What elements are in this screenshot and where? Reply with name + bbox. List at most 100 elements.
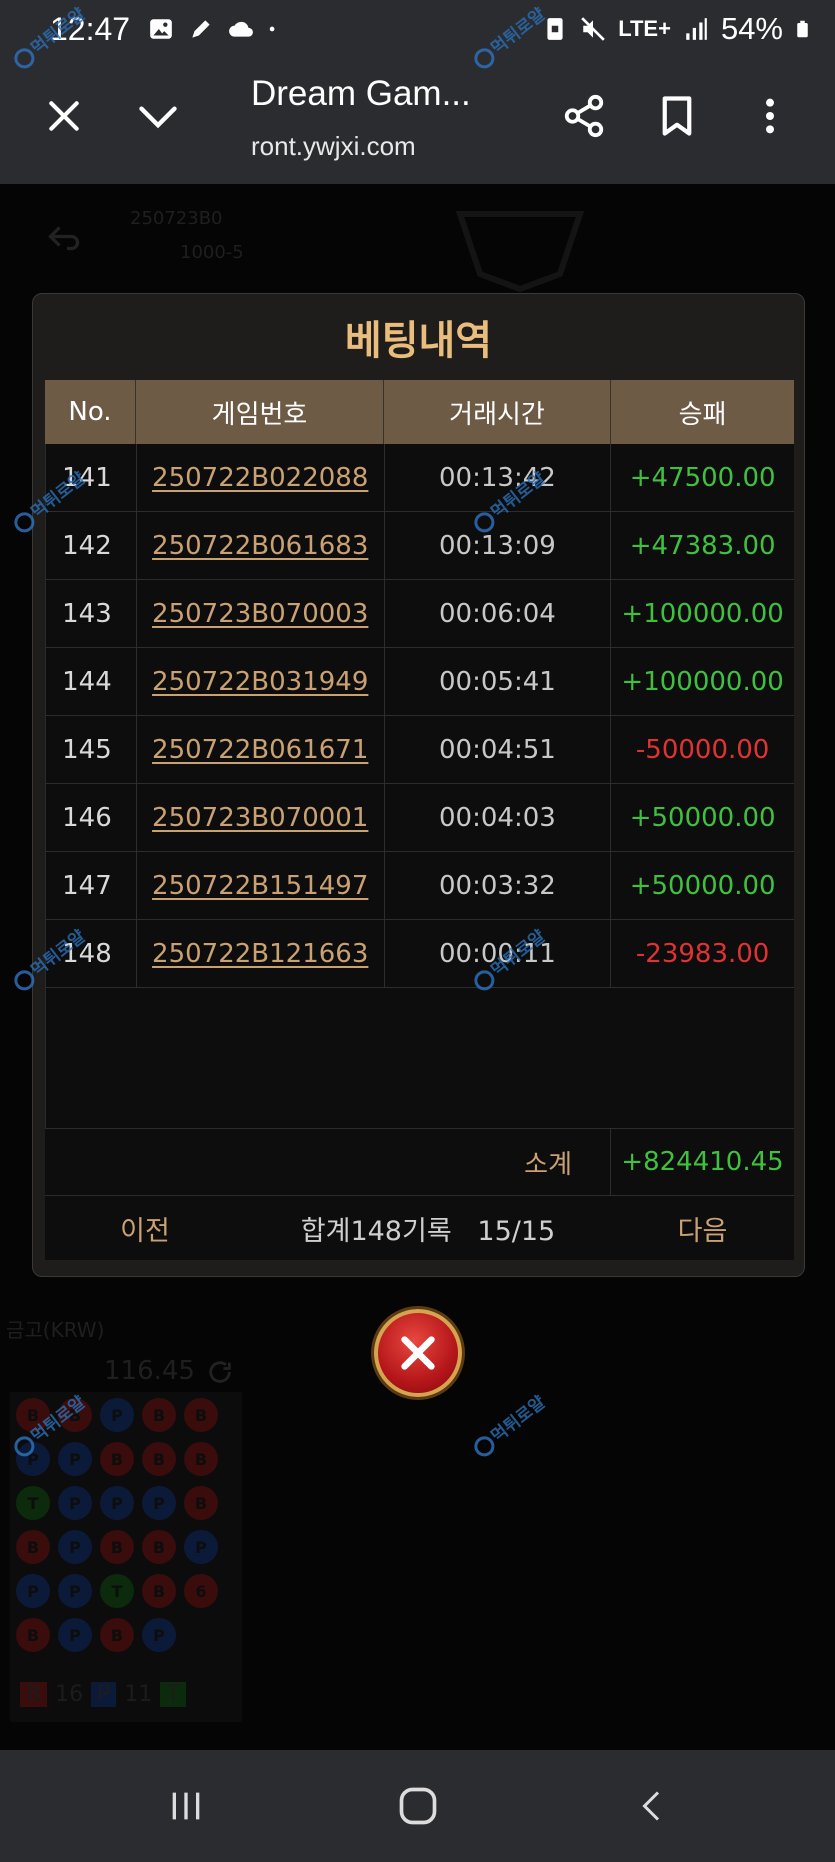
row-game-number-cell: 250722B061671 xyxy=(137,716,385,783)
row-time: 00:06:04 xyxy=(385,580,612,647)
status-bar: 12:47 LTE+ 54% xyxy=(0,0,835,58)
table-row: 146 250723B070001 00:04:03 +50000.00 xyxy=(46,784,794,852)
banker-count: 16 xyxy=(55,1682,84,1707)
modal-title: 베팅내역 xyxy=(344,318,493,364)
next-page-button[interactable]: 다음 xyxy=(611,1209,794,1248)
table-row: 148 250722B121663 00:00:11 -23983.00 xyxy=(46,920,794,988)
col-time: 거래시간 xyxy=(384,380,611,444)
col-game-number: 게임번호 xyxy=(136,380,384,444)
row-no: 143 xyxy=(46,580,137,647)
system-nav-bar xyxy=(0,1750,835,1862)
currency-label: 금고(KRW) xyxy=(6,1318,105,1342)
table-header: No. 게임번호 거래시간 승패 xyxy=(45,380,794,444)
back-icon xyxy=(642,1791,660,1821)
more-vert-icon xyxy=(766,98,774,134)
battery-icon xyxy=(797,20,808,38)
page-number: 15/15 xyxy=(477,1215,556,1247)
game-number-link[interactable]: 250722B061683 xyxy=(152,531,368,561)
row-result: +100000.00 xyxy=(621,666,784,697)
col-no: No. xyxy=(45,380,136,444)
row-time: 00:04:03 xyxy=(385,784,612,851)
road-counts: B 16 P 11 T xyxy=(20,1682,186,1707)
row-no: 144 xyxy=(46,648,137,715)
home-button[interactable] xyxy=(388,1778,448,1834)
row-game-number-cell: 250722B151497 xyxy=(137,852,385,919)
chevron-down-icon xyxy=(139,106,177,129)
game-number-link[interactable]: 250722B151497 xyxy=(152,871,368,901)
dot-icon xyxy=(269,26,275,32)
page-info: 합계148기록 15/15 xyxy=(245,1209,611,1248)
row-result: +100000.00 xyxy=(621,598,784,629)
subtotal-value: +824410.45 xyxy=(621,1147,784,1177)
row-game-number-cell: 250723B070003 xyxy=(137,580,385,647)
record-summary: 합계148기록 xyxy=(300,1215,452,1247)
close-icon xyxy=(49,101,79,131)
row-no: 145 xyxy=(46,716,137,783)
recent-apps-icon xyxy=(172,1792,200,1820)
row-game-number-cell: 250722B022088 xyxy=(137,444,385,511)
cloud-icon xyxy=(229,21,253,37)
betting-history-modal: 베팅내역 No. 게임번호 거래시간 승패 141 250722B022088 00… xyxy=(32,293,805,1277)
table-row: 144 250722B031949 00:05:41 +100000.00 xyxy=(46,648,794,716)
dream-logo-icon xyxy=(455,211,585,293)
row-result: -23983.00 xyxy=(635,938,770,969)
row-no: 142 xyxy=(46,512,137,579)
row-no: 146 xyxy=(46,784,137,851)
table-row: 147 250722B151497 00:03:32 +50000.00 xyxy=(46,852,794,920)
table-row: 143 250723B070003 00:06:04 +100000.00 xyxy=(46,580,794,648)
minimize-button[interactable] xyxy=(126,84,190,148)
prev-page-button[interactable]: 이전 xyxy=(45,1209,245,1248)
bookmark-icon xyxy=(662,96,692,136)
table-row: 145 250722B061671 00:04:51 -50000.00 xyxy=(46,716,794,784)
player-count: 11 xyxy=(124,1682,153,1707)
row-time: 00:05:41 xyxy=(385,648,612,715)
game-number-link[interactable]: 250723B070001 xyxy=(152,803,368,833)
round-id: 250723B0 xyxy=(130,208,223,229)
page-url[interactable]: ront.ywjxi.com xyxy=(251,131,416,162)
game-number-link[interactable]: 250722B061671 xyxy=(152,735,368,765)
col-result: 승패 xyxy=(678,399,727,430)
share-button[interactable] xyxy=(552,84,616,148)
row-result: +47500.00 xyxy=(629,462,776,493)
row-result: +50000.00 xyxy=(629,870,776,901)
row-game-number-cell: 250723B070001 xyxy=(137,784,385,851)
betting-history-table: No. 게임번호 거래시간 승패 141 250722B022088 00:13:4… xyxy=(45,380,794,1260)
more-options-button[interactable] xyxy=(738,84,802,148)
home-icon xyxy=(399,1787,437,1825)
close-modal-button[interactable] xyxy=(374,1309,462,1397)
balance-value: 116.45 xyxy=(104,1356,195,1386)
row-game-number-cell: 250722B031949 xyxy=(137,648,385,715)
back-arrow-icon[interactable] xyxy=(44,220,84,256)
subtotal-row: 소계 +824410.45 xyxy=(45,1128,794,1196)
refresh-icon[interactable] xyxy=(206,1358,234,1386)
close-icon xyxy=(401,1336,435,1370)
row-no: 147 xyxy=(46,852,137,919)
game-number-link[interactable]: 250722B031949 xyxy=(152,667,368,697)
row-game-number-cell: 250722B061683 xyxy=(137,512,385,579)
image-icon xyxy=(150,19,172,39)
page-title: Dream Gam... xyxy=(251,74,471,113)
table-row: 141 250722B022088 00:13:42 +47500.00 xyxy=(46,444,794,512)
bookmark-button[interactable] xyxy=(645,84,709,148)
browser-toolbar: Dream Gam... ront.ywjxi.com xyxy=(0,58,835,184)
game-number-link[interactable]: 250722B022088 xyxy=(152,463,368,493)
subtotal-label: 소계 xyxy=(45,1129,611,1195)
row-game-number-cell: 250722B121663 xyxy=(137,920,385,987)
signal-icon xyxy=(686,18,707,40)
row-time: 00:03:32 xyxy=(385,852,612,919)
game-number-link[interactable]: 250723B070003 xyxy=(152,599,368,629)
bet-limit: 1000-5 xyxy=(180,242,244,263)
row-time: 00:04:51 xyxy=(385,716,612,783)
pagination: 이전 합계148기록 15/15 다음 xyxy=(45,1196,794,1260)
network-type: LTE+ xyxy=(618,16,671,41)
close-tab-button[interactable] xyxy=(32,84,96,148)
mute-icon xyxy=(581,17,605,41)
battery-percent: 54% xyxy=(720,11,783,46)
table-row: 142 250722B061683 00:13:09 +47383.00 xyxy=(46,512,794,580)
game-number-link[interactable]: 250722B121663 xyxy=(152,939,368,969)
share-icon xyxy=(564,94,604,138)
back-button[interactable] xyxy=(622,1778,682,1834)
recent-apps-button[interactable] xyxy=(156,1778,216,1834)
pen-icon xyxy=(192,20,210,38)
table-body: 141 250722B022088 00:13:42 +47500.00 142 2507… xyxy=(45,444,794,1128)
